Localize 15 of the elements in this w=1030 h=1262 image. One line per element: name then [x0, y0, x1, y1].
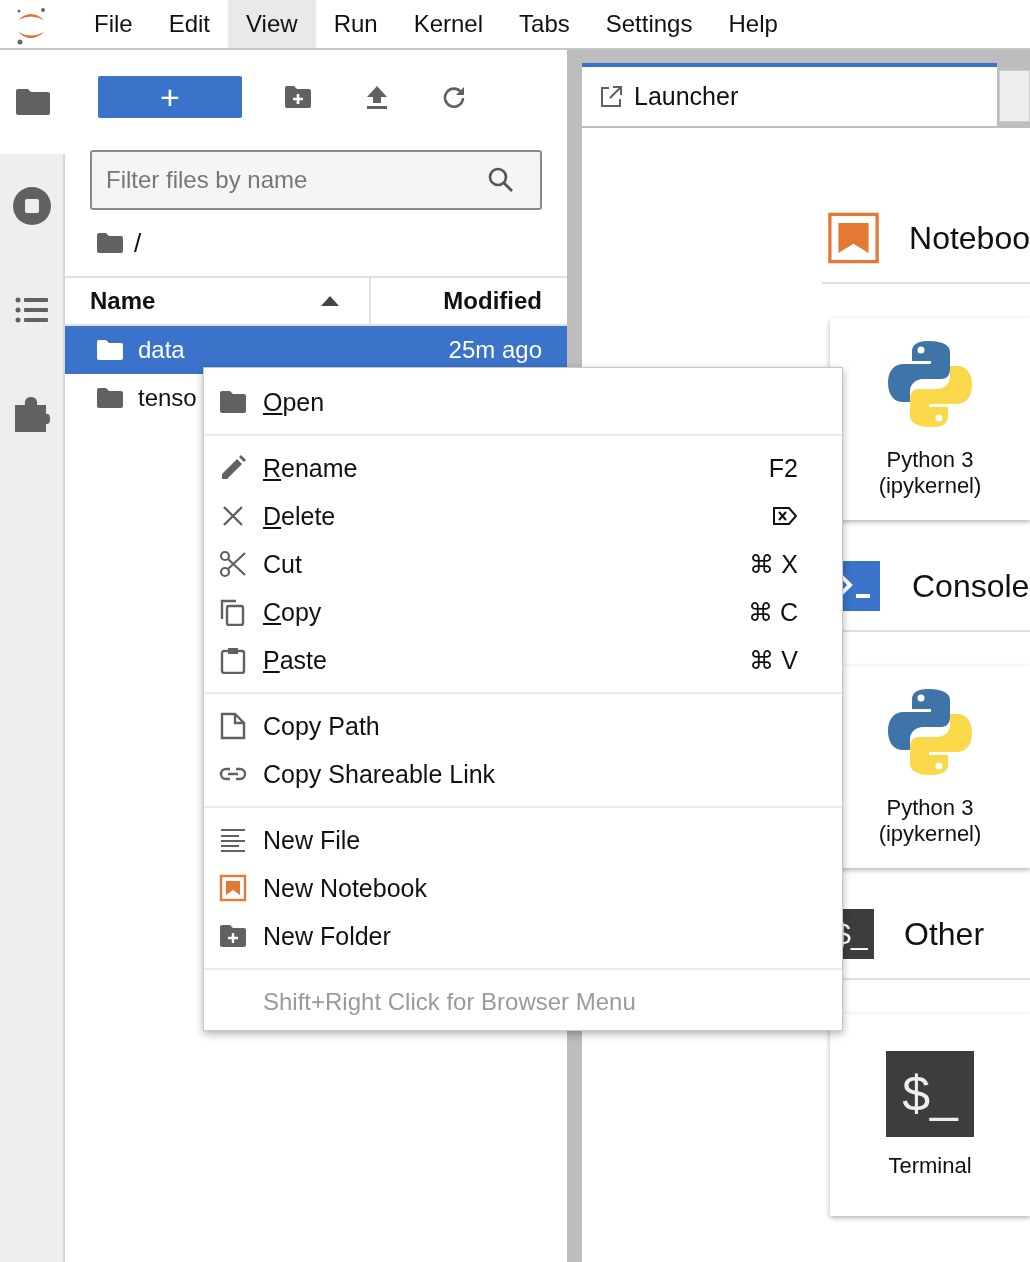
file-name: data [138, 336, 185, 364]
section-title: Console [912, 567, 1030, 605]
shortcut-label: F2 [768, 453, 798, 483]
file-name: tenso [138, 384, 197, 412]
terminal-icon: $_ [886, 1050, 974, 1137]
modified-time: 25m ago [448, 336, 542, 364]
shortcut-label: ⌘ C [748, 597, 798, 627]
shortcut-label: ⌘ V [749, 645, 798, 675]
section-title: Noteboo [909, 219, 1030, 257]
menu-hint: Shift+Right Click for Browser Menu [262, 987, 637, 1017]
card-label: Python 3 (ipykernel) [877, 794, 983, 848]
section-title: Other [904, 915, 985, 953]
card-label: Python 3 (ipykernel) [877, 446, 983, 500]
shortcut-label: ⌘ X [749, 549, 798, 579]
card-label: Terminal [888, 1152, 972, 1180]
